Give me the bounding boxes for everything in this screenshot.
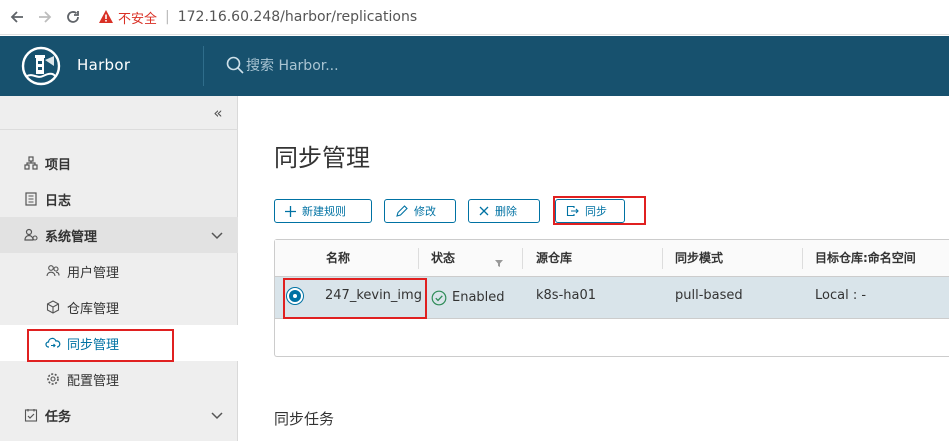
reload-icon[interactable] bbox=[62, 6, 84, 28]
browser-toolbar: 不安全 | 172.16.60.248/harbor/replications bbox=[0, 0, 949, 35]
new-rule-label: 新建规则 bbox=[302, 205, 346, 218]
filter-icon[interactable] bbox=[494, 253, 504, 267]
sidebar-item-registries[interactable]: 仓库管理 bbox=[0, 289, 238, 325]
cell-mode: pull-based bbox=[675, 288, 743, 303]
main-content: 同步管理 新建规则 修改 删除 同步 名称 状态 源仓库 同步模式 目标仓库:命… bbox=[239, 96, 949, 441]
new-rule-button[interactable]: 新建规则 bbox=[274, 199, 372, 223]
log-icon bbox=[23, 191, 39, 207]
highlight-box-row bbox=[283, 278, 427, 319]
sidebar-item-administration[interactable]: 系统管理 bbox=[0, 217, 238, 253]
address-bar[interactable]: 172.16.60.248/harbor/replications bbox=[178, 9, 417, 25]
tasks-icon bbox=[23, 407, 39, 423]
insecure-label[interactable]: 不安全 bbox=[118, 8, 157, 27]
column-separator bbox=[802, 248, 803, 269]
search-icon[interactable] bbox=[226, 56, 244, 74]
sidebar-item-label: 配置管理 bbox=[67, 373, 120, 389]
sidebar-item-label: 仓库管理 bbox=[67, 301, 120, 317]
sidebar-item-label: 用户管理 bbox=[67, 265, 120, 281]
close-icon bbox=[479, 206, 489, 216]
back-arrow-icon[interactable] bbox=[6, 6, 28, 28]
check-circle-icon bbox=[431, 290, 447, 306]
sidebar-item-label: 任务 bbox=[45, 409, 72, 425]
sidebar-divider bbox=[0, 129, 238, 130]
plus-icon bbox=[285, 205, 296, 217]
sidebar-item-label: 日志 bbox=[45, 193, 72, 209]
edit-button[interactable]: 修改 bbox=[384, 199, 456, 223]
app-header: Harbor bbox=[0, 36, 949, 96]
project-icon bbox=[23, 155, 39, 171]
page-title: 同步管理 bbox=[274, 144, 370, 172]
url-separator: | bbox=[165, 9, 170, 25]
sidebar: « 项目 日志 系统管理 用户管理 仓库管理 同步管理 配置管理 任务 bbox=[0, 96, 238, 441]
section-title-replication-jobs: 同步任务 bbox=[274, 410, 335, 428]
header-divider bbox=[203, 46, 204, 86]
column-header-mode[interactable]: 同步模式 bbox=[675, 240, 723, 277]
column-header-name[interactable]: 名称 bbox=[326, 240, 350, 277]
delete-label: 删除 bbox=[495, 205, 517, 218]
chevron-down-icon[interactable] bbox=[210, 228, 224, 242]
registry-icon bbox=[45, 299, 61, 315]
column-header-target[interactable]: 目标仓库:命名空间 bbox=[815, 240, 916, 277]
forward-arrow-icon[interactable] bbox=[34, 6, 56, 28]
column-separator bbox=[522, 248, 523, 269]
cell-source: k8s-ha01 bbox=[536, 288, 597, 303]
sidebar-item-tasks[interactable]: 任务 bbox=[0, 397, 238, 433]
warning-icon[interactable] bbox=[98, 9, 114, 25]
column-separator bbox=[662, 248, 663, 269]
brand-name[interactable]: Harbor bbox=[77, 56, 130, 74]
cell-status: Enabled bbox=[452, 290, 505, 305]
collapse-sidebar-icon[interactable]: « bbox=[209, 104, 227, 122]
users-icon bbox=[45, 263, 61, 279]
admin-icon bbox=[23, 227, 39, 243]
sidebar-item-label: 项目 bbox=[45, 157, 72, 173]
sidebar-item-users[interactable]: 用户管理 bbox=[0, 253, 238, 289]
sidebar-item-configuration[interactable]: 配置管理 bbox=[0, 361, 238, 397]
table-header: 名称 状态 源仓库 同步模式 目标仓库:命名空间 bbox=[275, 240, 949, 277]
sidebar-item-logs[interactable]: 日志 bbox=[0, 181, 238, 217]
pencil-icon bbox=[395, 204, 408, 218]
sidebar-item-label: 系统管理 bbox=[45, 229, 98, 245]
delete-button[interactable]: 删除 bbox=[468, 199, 540, 223]
sidebar-item-projects[interactable]: 项目 bbox=[0, 145, 238, 181]
highlight-box-sync bbox=[553, 196, 646, 225]
column-separator bbox=[418, 248, 419, 269]
edit-label: 修改 bbox=[414, 205, 436, 218]
harbor-logo-icon[interactable] bbox=[21, 46, 61, 86]
gear-icon bbox=[45, 371, 61, 387]
column-header-status[interactable]: 状态 bbox=[431, 240, 455, 277]
cell-target: Local : - bbox=[815, 288, 867, 303]
search-input[interactable] bbox=[246, 55, 546, 77]
chevron-down-icon[interactable] bbox=[210, 408, 224, 422]
highlight-box-replications bbox=[27, 329, 174, 362]
column-header-source[interactable]: 源仓库 bbox=[536, 240, 572, 277]
